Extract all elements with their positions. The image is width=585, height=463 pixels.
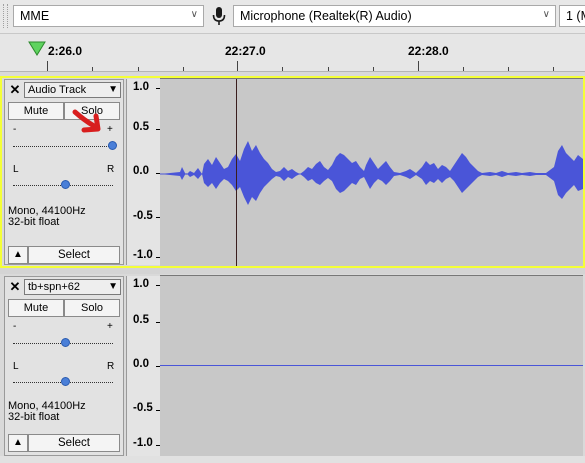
pan-left-label: L [13,361,19,372]
input-device-select[interactable]: Microphone (Realtek(R) Audio) ∨ [233,5,556,27]
red-arrow-annotation [72,109,101,133]
scale-label: 0.5 [133,121,149,133]
gain-slider-handle[interactable] [108,141,117,150]
ruler-label: 2:26.0 [48,44,83,58]
scale-label: -1.0 [133,249,153,261]
microphone-icon [212,7,226,25]
ruler-tick [328,67,329,71]
pan-right-label: R [107,361,115,372]
audio-host-value: MME [20,9,50,23]
pan-slider[interactable] [13,374,113,390]
close-track-icon[interactable]: ✕ [8,82,22,97]
vertical-scale[interactable]: 1.0 0.5 0.0 -0.5 -1.0 [126,79,161,265]
pan-left-label: L [13,164,19,175]
solo-button[interactable]: Solo [64,299,120,317]
scale-label: -0.5 [133,402,153,414]
track-name: Audio Track [28,84,87,96]
collapse-track-icon[interactable]: ▲ [8,434,28,452]
waveform-flat-line [160,365,583,366]
select-track-button[interactable]: Select [28,246,120,264]
track-bitdepth: 32-bit float [8,216,60,228]
input-device-value: Microphone (Realtek(R) Audio) [240,9,412,23]
track-bitdepth: 32-bit float [8,411,60,423]
bottom-strip [0,456,585,463]
track-control-panel[interactable]: ✕ Audio Track ▼ Mute Solo - + L R Mono, … [4,79,124,265]
gain-plus-label: + [107,321,113,332]
collapse-track-icon[interactable]: ▲ [8,246,28,264]
device-toolbar: MME ∨ Microphone (Realtek(R) Audio) ∨ 1 … [0,0,585,34]
ruler-tick [373,67,374,71]
caret-down-icon: ▼ [108,281,118,292]
gain-slider[interactable] [13,335,113,351]
scale-label: 1.0 [133,278,149,290]
ruler-label: 22:28.0 [408,44,449,58]
ruler-tick [463,67,464,71]
scale-label: 1.0 [133,81,149,93]
ruler-tick [418,61,419,71]
ruler-tick [138,67,139,71]
track-format-info: Mono, 44100Hz 32-bit float [8,401,86,423]
toolbar-grip[interactable] [3,4,8,28]
ruler-tick [92,67,93,71]
timeline-ruler[interactable]: 2:26.0 22:27.0 22:28.0 [0,34,585,72]
scale-label: 0.0 [133,358,149,370]
ruler-tick [553,67,554,71]
waveform [160,141,583,205]
playback-head-icon[interactable] [28,41,46,57]
waveform-area[interactable] [160,275,583,457]
audio-host-select[interactable]: MME ∨ [13,5,204,27]
pan-slider[interactable] [13,177,113,193]
track-name-menu[interactable]: tb+spn+62 ▼ [24,279,121,295]
pan-slider-handle[interactable] [61,180,70,189]
ruler-tick [183,67,184,71]
cursor-line [236,79,237,266]
gain-slider[interactable] [13,138,117,154]
scale-label: 0.0 [133,165,149,177]
channels-value: 1 (M [566,9,585,23]
chevron-down-icon: ∨ [190,9,198,20]
gain-slider-handle[interactable] [61,338,70,347]
select-track-button[interactable]: Select [28,434,120,452]
ruler-tick [282,67,283,71]
channels-select[interactable]: 1 (M [559,5,585,27]
ruler-label: 22:27.0 [225,44,266,58]
vertical-scale[interactable]: 1.0 0.5 0.0 -0.5 -1.0 [126,276,161,456]
track-control-panel[interactable]: ✕ tb+spn+62 ▼ Mute Solo - + L R Mono, 44… [4,276,124,456]
close-track-icon[interactable]: ✕ [8,279,22,294]
ruler-tick [237,61,238,71]
mute-button[interactable]: Mute [8,299,64,317]
track-name-menu[interactable]: Audio Track ▼ [24,82,121,98]
scale-label: -0.5 [133,210,153,222]
pan-right-label: R [107,164,115,175]
gain-plus-label: + [107,124,113,135]
caret-down-icon: ▼ [108,84,118,95]
ruler-tick [47,61,48,71]
gain-minus-label: - [13,124,17,135]
mute-button[interactable]: Mute [8,102,64,120]
pan-slider-handle[interactable] [61,377,70,386]
gain-minus-label: - [13,321,17,332]
track-separator[interactable] [0,268,585,274]
chevron-down-icon: ∨ [542,9,550,20]
track-format-info: Mono, 44100Hz 32-bit float [8,206,86,228]
track-name: tb+spn+62 [28,281,80,293]
scale-label: -1.0 [133,437,153,449]
ruler-tick [508,67,509,71]
scale-label: 0.5 [133,314,149,326]
waveform-area[interactable] [160,78,583,266]
